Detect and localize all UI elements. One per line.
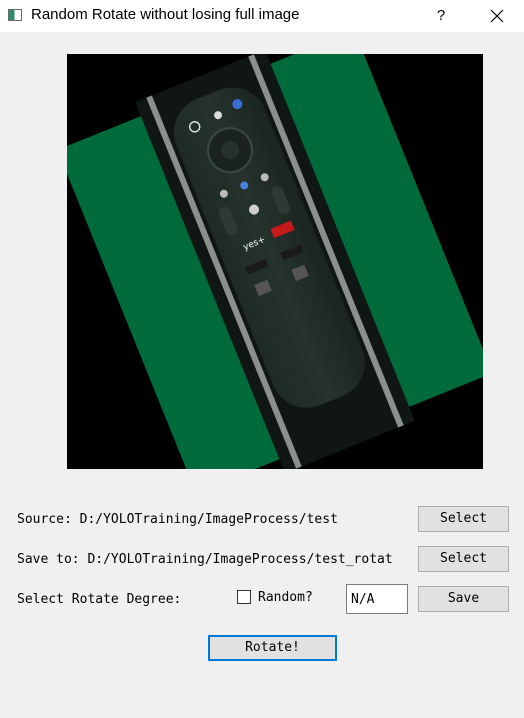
random-checkbox[interactable] <box>237 590 251 604</box>
help-button[interactable]: ? <box>428 4 454 28</box>
random-checkbox-label[interactable]: Random? <box>258 590 313 605</box>
app-icon <box>8 9 22 21</box>
window-title: Random Rotate without losing full image <box>31 6 300 23</box>
image-preview: yes+ <box>67 54 483 469</box>
source-select-button[interactable]: Select <box>418 506 509 532</box>
title-bar: Random Rotate without losing full image … <box>0 0 524 32</box>
save-path-label: Save to: D:/YOLOTraining/ImageProcess/te… <box>17 552 393 567</box>
close-icon <box>490 9 504 23</box>
rotate-degree-input[interactable] <box>346 584 408 614</box>
save-degree-button[interactable]: Save <box>418 586 509 612</box>
close-button[interactable] <box>484 4 510 28</box>
main-window: Random Rotate without losing full image … <box>0 0 524 718</box>
source-path-label: Source: D:/YOLOTraining/ImageProcess/tes… <box>17 512 338 527</box>
rotated-image: yes+ <box>67 54 483 469</box>
save-to-select-button[interactable]: Select <box>418 546 509 572</box>
rotate-button[interactable]: Rotate! <box>208 635 337 661</box>
rotate-degree-label: Select Rotate Degree: <box>17 592 182 607</box>
